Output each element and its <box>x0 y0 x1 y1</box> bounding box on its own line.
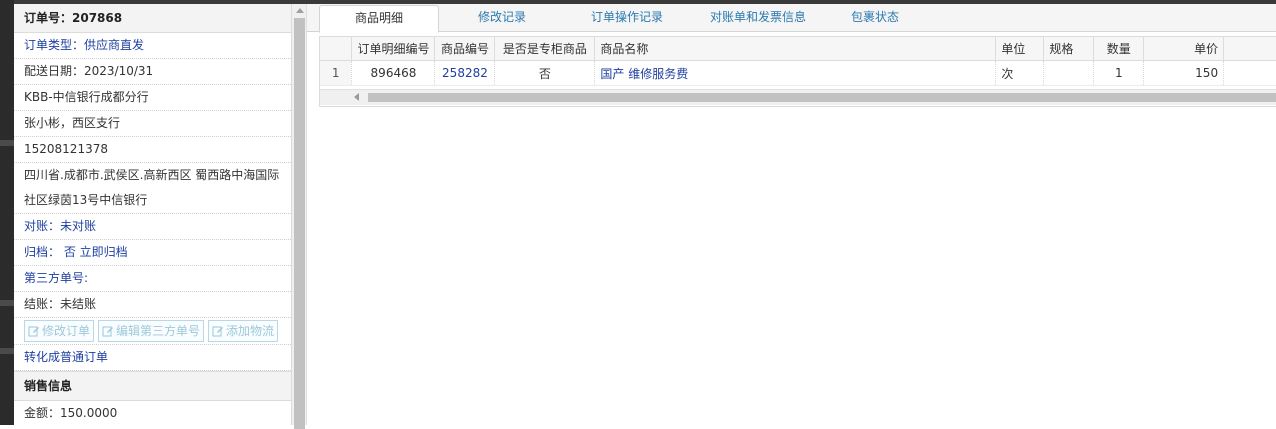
reconcile-status[interactable]: 对账：未对账 <box>14 214 291 240</box>
scrollbar-thumb[interactable] <box>368 93 1276 102</box>
grid-header-row: 订单明细编号 商品编号 是否是专柜商品 商品名称 单位 规格 数量 单价 <box>320 37 1276 61</box>
convert-to-normal-order-link[interactable]: 转化成普通订单 <box>14 345 291 371</box>
column-header-extra <box>1223 37 1276 61</box>
tab-statement-invoice[interactable]: 对账单和发票信息 <box>693 5 823 30</box>
product-id-link[interactable]: 258282 <box>434 60 496 86</box>
spec-cell <box>1043 60 1095 86</box>
column-header[interactable]: 单位 <box>995 37 1045 61</box>
delivery-date: 配送日期：2023/10/31 <box>14 59 291 85</box>
left-panel-scrollbar[interactable] <box>291 4 307 429</box>
detail-area: 商品明细 修改记录 订单操作记录 对账单和发票信息 包裹状态 订单明细编号 商品… <box>306 4 1276 425</box>
column-header[interactable]: 数量 <box>1093 37 1145 61</box>
address-line-1: 四川省.成都市.武侯区.高新西区 蜀西路中海国际 <box>24 168 280 182</box>
address-line-2: 社区绿茵13号中信银行 <box>14 188 291 214</box>
contact-person: 张小彬，西区支行 <box>14 111 291 137</box>
price-cell: 150 <box>1143 60 1225 86</box>
order-number-header: 订单号：207868 <box>14 4 291 33</box>
extra-cell <box>1223 60 1276 86</box>
detail-id-cell: 896468 <box>351 60 436 86</box>
edit-third-party-label: 编辑第三方单号 <box>116 324 201 338</box>
edge-strip <box>0 0 14 425</box>
row-number: 1 <box>320 60 353 86</box>
quantity-cell: 1 <box>1093 60 1145 86</box>
column-header[interactable]: 订单明细编号 <box>351 37 436 61</box>
edge-mark <box>0 300 14 306</box>
tab-change-log[interactable]: 修改记录 <box>447 5 557 30</box>
is-counter-cell: 否 <box>494 60 596 86</box>
column-header[interactable]: 是否是专柜商品 <box>494 37 596 61</box>
edge-mark <box>0 140 14 146</box>
edit-order-button[interactable]: 修改订单 <box>24 320 95 342</box>
edit-order-label: 修改订单 <box>42 324 91 338</box>
tab-bar: 商品明细 修改记录 订单操作记录 对账单和发票信息 包裹状态 <box>307 4 1276 33</box>
third-party-number[interactable]: 第三方单号: <box>14 266 291 292</box>
tab-product-details[interactable]: 商品明细 <box>319 5 439 33</box>
row-number-header <box>320 37 353 61</box>
tab-package-status[interactable]: 包裹状态 <box>833 5 917 30</box>
tab-order-operation-log[interactable]: 订单操作记录 <box>569 5 685 30</box>
table-row[interactable]: 1 896468 258282 否 国产 维修服务费 次 1 150 <box>320 60 1276 86</box>
unit-cell: 次 <box>995 60 1045 86</box>
archive-status[interactable]: 归档： 否 立即归档 <box>14 240 291 266</box>
column-header[interactable]: 单价 <box>1143 37 1225 61</box>
order-actions: 修改订单 编辑第三方单号 添加物流 <box>14 318 291 345</box>
edit-icon <box>28 326 39 337</box>
scroll-left-icon[interactable] <box>354 93 359 101</box>
edge-mark <box>0 348 14 354</box>
order-type: 订单类型：供应商直发 <box>14 33 291 59</box>
sales-amount: 金额：150.0000 <box>14 401 291 425</box>
column-header[interactable]: 商品名称 <box>594 37 997 61</box>
edit-icon <box>102 326 114 337</box>
customer-name: KBB-中信银行成都分行 <box>14 85 291 111</box>
scroll-up-icon[interactable] <box>295 8 304 13</box>
order-info-panel: 订单号：207868 订单类型：供应商直发 配送日期：2023/10/31 KB… <box>14 4 292 425</box>
sales-info-header: 销售信息 <box>14 371 291 401</box>
edit-third-party-button[interactable]: 编辑第三方单号 <box>98 320 205 342</box>
column-header[interactable]: 商品编号 <box>434 37 496 61</box>
product-detail-grid: 订单明细编号 商品编号 是否是专柜商品 商品名称 单位 规格 数量 单价 1 8… <box>319 36 1276 107</box>
add-logistics-button[interactable]: 添加物流 <box>208 320 279 342</box>
product-name-link[interactable]: 国产 维修服务费 <box>594 60 997 86</box>
scrollbar-thumb[interactable] <box>294 18 305 429</box>
settlement-status: 结账：未结账 <box>14 292 291 318</box>
grid-horizontal-scrollbar[interactable] <box>320 89 1276 105</box>
column-header[interactable]: 规格 <box>1043 37 1095 61</box>
add-logistics-label: 添加物流 <box>226 324 275 338</box>
edit-icon <box>212 326 224 337</box>
phone-number: 15208121378 <box>14 137 291 163</box>
